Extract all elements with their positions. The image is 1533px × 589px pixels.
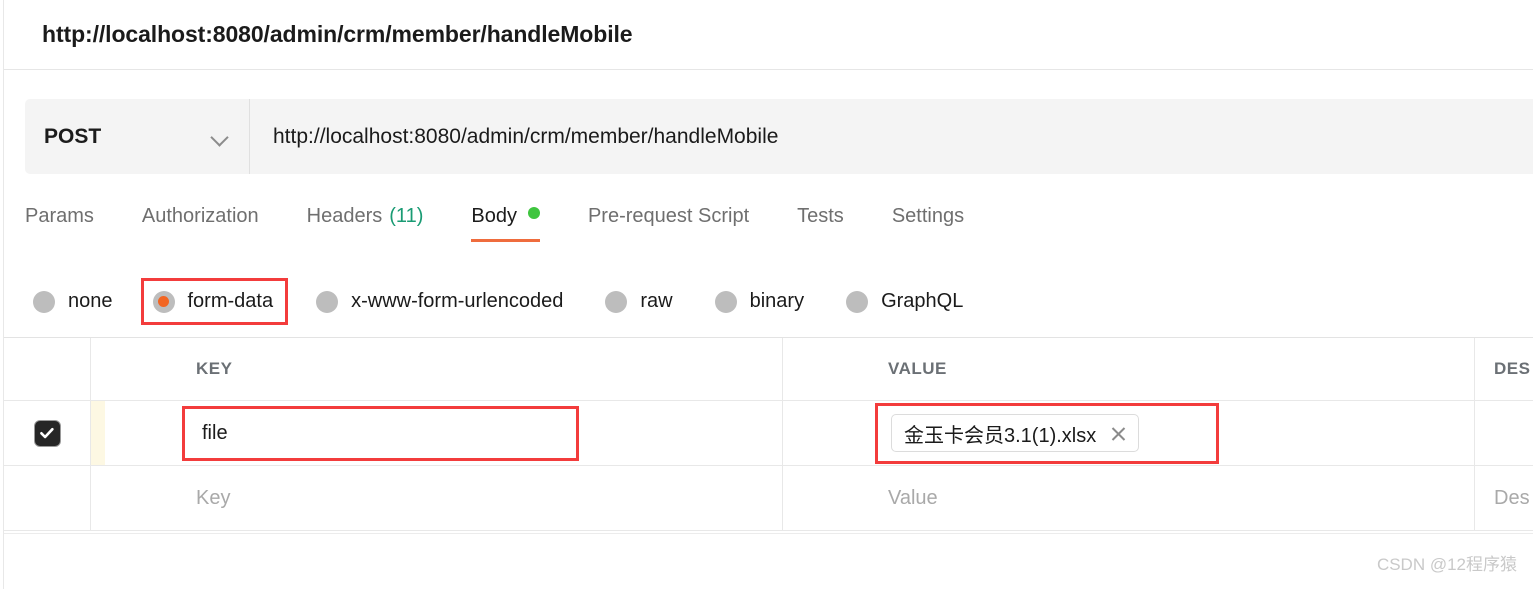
header-cell-value: VALUE xyxy=(783,338,1475,400)
radio-raw[interactable]: raw xyxy=(597,284,680,319)
row-checkbox-cell xyxy=(4,401,91,465)
placeholder-description-text: Des xyxy=(1494,486,1530,509)
file-chip-name: 金玉卡会员3.1(1).xlsx xyxy=(904,424,1097,447)
tab-tests-label: Tests xyxy=(797,205,844,227)
tab-tests[interactable]: Tests xyxy=(797,205,844,242)
radio-form-data[interactable]: form-data xyxy=(140,278,289,325)
placeholder-key-text: Key xyxy=(196,486,231,509)
url-input[interactable]: http://localhost:8080/admin/crm/member/h… xyxy=(249,99,1533,174)
radio-form-data-label: form-data xyxy=(187,290,274,312)
tab-headers-count: (11) xyxy=(389,205,424,227)
radio-binary-label: binary xyxy=(749,290,805,312)
header-cell-description: DES xyxy=(1475,338,1533,400)
table-row: file 金玉卡会员3.1(1).xlsx xyxy=(4,401,1533,466)
key-input[interactable]: file xyxy=(182,405,579,461)
row-edit-indicator xyxy=(91,401,105,465)
request-bar: POST http://localhost:8080/admin/crm/mem… xyxy=(25,99,1533,174)
column-header-key: KEY xyxy=(196,359,233,378)
method-dropdown[interactable]: POST xyxy=(25,99,249,174)
key-input-value: file xyxy=(202,421,228,444)
placeholder-value-text: Value xyxy=(888,486,938,509)
tab-body-label: Body xyxy=(471,205,517,227)
row-description-cell[interactable] xyxy=(1475,401,1533,465)
form-data-table: KEY VALUE DES file 金玉卡会员3.1(1).xlsx Key … xyxy=(4,337,1533,531)
radio-x-www-form-urlencoded-label: x-www-form-urlencoded xyxy=(351,290,564,312)
tab-authorization[interactable]: Authorization xyxy=(142,205,259,242)
tab-pre-request-script-label: Pre-request Script xyxy=(587,205,750,227)
method-label: POST xyxy=(44,124,102,148)
file-value-annotation: 金玉卡会员3.1(1).xlsx xyxy=(875,402,1219,464)
radio-binary-circle-icon xyxy=(714,290,737,313)
tab-headers[interactable]: Headers (11) xyxy=(307,205,424,242)
radio-x-www-form-urlencoded[interactable]: x-www-form-urlencoded xyxy=(308,284,571,319)
radio-graphql-label: GraphQL xyxy=(881,290,964,312)
placeholder-key-cell[interactable]: Key xyxy=(91,466,783,530)
watermark: CSDN @12程序猿 xyxy=(1376,555,1517,574)
radio-graphql[interactable]: GraphQL xyxy=(838,284,971,319)
radio-binary[interactable]: binary xyxy=(707,284,812,319)
tab-headers-label: Headers xyxy=(306,205,383,227)
radio-none-circle-icon xyxy=(33,290,55,313)
radio-none[interactable]: none xyxy=(25,284,121,319)
close-icon[interactable] xyxy=(1110,425,1127,442)
table-header-row: KEY VALUE DES xyxy=(4,338,1533,401)
radio-raw-circle-icon xyxy=(605,290,628,313)
radio-form-data-circle-icon xyxy=(152,290,175,313)
tab-settings[interactable]: Settings xyxy=(892,205,964,242)
header-cell-key: KEY xyxy=(91,338,783,400)
column-header-description: DES xyxy=(1494,359,1531,378)
row-key-cell: file xyxy=(91,401,783,465)
row-value-cell: 金玉卡会员3.1(1).xlsx xyxy=(783,401,1475,465)
page-title: http://localhost:8080/admin/crm/member/h… xyxy=(42,21,633,47)
radio-graphql-circle-icon xyxy=(846,290,869,313)
tab-settings-label: Settings xyxy=(891,205,965,227)
radio-raw-label: raw xyxy=(640,290,673,312)
tab-pre-request-script[interactable]: Pre-request Script xyxy=(588,205,749,242)
tab-body[interactable]: Body xyxy=(471,205,540,242)
tab-params-label: Params xyxy=(25,205,94,227)
postman-request-pane: http://localhost:8080/admin/crm/member/h… xyxy=(0,0,1533,589)
body-type-radio-group: none form-data x-www-form-urlencoded raw… xyxy=(25,278,997,325)
active-tab-underline xyxy=(471,239,540,242)
tab-params[interactable]: Params xyxy=(25,205,94,242)
chevron-down-icon xyxy=(211,128,229,146)
radio-x-www-form-urlencoded-circle-icon xyxy=(316,290,339,313)
placeholder-checkbox-cell xyxy=(4,466,91,530)
placeholder-description-cell[interactable]: Des xyxy=(1475,466,1533,530)
radio-none-label: none xyxy=(68,290,113,312)
placeholder-value-cell[interactable]: Value xyxy=(783,466,1475,530)
body-has-content-dot-icon xyxy=(527,207,540,219)
column-header-value: VALUE xyxy=(888,359,947,378)
url-input-value: http://localhost:8080/admin/crm/member/h… xyxy=(273,124,779,148)
file-chip[interactable]: 金玉卡会员3.1(1).xlsx xyxy=(891,414,1140,452)
tab-authorization-label: Authorization xyxy=(141,205,259,227)
table-footer-area xyxy=(4,533,1533,589)
page-heading: http://localhost:8080/admin/crm/member/h… xyxy=(4,0,1533,70)
table-row-placeholder: Key Value Des xyxy=(4,466,1533,531)
row-enabled-checkbox[interactable] xyxy=(33,419,61,447)
request-tabs: Params Authorization Headers (11) Body P… xyxy=(25,205,964,253)
header-cell-checkbox xyxy=(4,338,91,400)
